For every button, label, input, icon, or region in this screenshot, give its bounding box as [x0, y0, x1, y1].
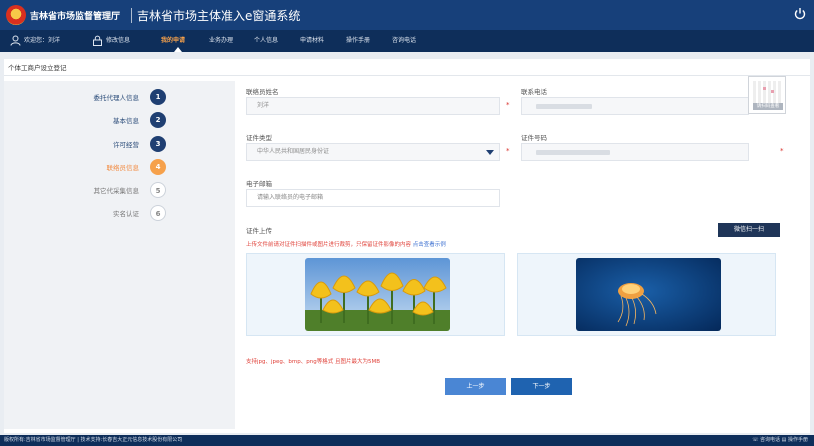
next-step-button[interactable]: 下一步	[511, 378, 572, 395]
nav-personal-info[interactable]: 个人信息	[254, 30, 278, 52]
footer: 版权所有:吉林省市场监督管理厅 | 技术支持:长春吉大正元信息技术股份有限公司 …	[0, 435, 814, 446]
upload-label: 证件上传	[246, 227, 272, 235]
email-label: 电子邮箱	[246, 180, 272, 188]
copyright-text: 版权所有:吉林省市场监督管理厅 | 技术支持:长春吉大正元信息技术股份有限公司	[4, 437, 183, 443]
upload-front[interactable]	[246, 253, 505, 336]
masked-phone	[536, 104, 592, 109]
contact-phone-field[interactable]	[521, 97, 749, 115]
upload-back[interactable]	[517, 253, 776, 336]
upload-notice: 上传文件前请对证件扫描件或图片进行裁剪，只保留证件影像的内容 点击查看示例	[246, 240, 446, 248]
step-label: 基本信息	[113, 117, 139, 125]
id-type-label: 证件类型	[246, 134, 272, 142]
nav-materials[interactable]: 申请材料	[300, 30, 324, 52]
step-label: 委托代理人信息	[93, 94, 140, 102]
tulip-photo	[305, 258, 450, 331]
qr-dot	[771, 90, 774, 93]
step-other-info[interactable]: 其它代采集信息 5	[4, 181, 235, 199]
id-type-value: 中华人民共和国居民身份证	[257, 148, 330, 155]
qr-caption: 请扫码查看	[753, 103, 783, 110]
step-contact-info[interactable]: 联络员信息 4	[4, 158, 235, 176]
chevron-down-icon	[486, 150, 494, 155]
required-mark: *	[780, 147, 784, 155]
power-icon[interactable]	[794, 7, 806, 20]
footer-links: ☏ 咨询电话 ▤ 操作手册	[752, 435, 808, 446]
step-number: 1	[150, 89, 166, 105]
step-number: 3	[150, 136, 166, 152]
welcome-text: 欢迎您：刘洋	[24, 37, 61, 44]
step-basic-info[interactable]: 基本信息 2	[4, 111, 235, 129]
step-sidebar: 委托代理人信息 1 基本信息 2 许可经营 3 联络员信息 4 其它代采集信息 …	[4, 81, 235, 429]
lock-icon	[93, 35, 102, 46]
manual-link[interactable]: 操作手册	[788, 437, 808, 443]
main-panel: 个体工商户设立登记 委托代理人信息 1 基本信息 2 许可经营 3 联络员信息 …	[4, 59, 810, 433]
header-divider	[131, 8, 132, 23]
required-mark: *	[506, 147, 510, 155]
contact-name-label: 联络员姓名	[246, 88, 279, 96]
step-number: 5	[150, 182, 166, 198]
masked-id-number	[536, 150, 610, 155]
org-name: 吉林省市场监督管理厅	[30, 12, 121, 22]
nav-business[interactable]: 业务办理	[209, 30, 233, 52]
hotline-link[interactable]: 咨询电话	[760, 437, 780, 443]
qr-pattern	[753, 81, 783, 103]
emblem-icon	[6, 5, 26, 25]
id-number-field[interactable]	[521, 143, 749, 161]
phone-icon: ☏	[752, 437, 759, 443]
page-title: 个体工商户设立登记	[8, 64, 67, 72]
jellyfish-photo	[576, 258, 721, 331]
email-placeholder: 请输入联络员的电子邮箱	[257, 194, 324, 201]
step-label: 联络员信息	[106, 164, 140, 172]
required-mark: *	[506, 101, 510, 109]
step-number: 2	[150, 112, 166, 128]
step-agent-info[interactable]: 委托代理人信息 1	[4, 88, 235, 106]
top-nav: 欢迎您：刘洋 修改信息 我的申请 业务办理 个人信息 申请材料 操作手册 咨询电…	[0, 30, 814, 52]
book-icon: ▤	[781, 437, 787, 443]
nav-manual[interactable]: 操作手册	[346, 30, 370, 52]
notice-text: 上传文件前请对证件扫描件或图片进行裁剪，只保留证件影像的内容	[246, 242, 412, 248]
nav-hotline[interactable]: 咨询电话	[392, 30, 416, 52]
system-title: 吉林省市场主体准入e窗通系统	[137, 9, 301, 23]
active-nav-indicator	[174, 47, 182, 52]
step-real-name[interactable]: 实名认证 6	[4, 204, 235, 222]
email-input[interactable]: 请输入联络员的电子邮箱	[246, 189, 500, 207]
app-header: 吉林省市场监督管理厅 吉林省市场主体准入e窗通系统	[0, 0, 814, 30]
change-info-link[interactable]: 修改信息	[106, 30, 130, 52]
contact-phone-label: 联系电话	[521, 88, 547, 96]
view-example-link[interactable]: 点击查看示例	[413, 242, 446, 248]
qr-code-thumbnail[interactable]: 请扫码查看	[748, 76, 786, 114]
contact-name-value: 刘洋	[257, 102, 270, 109]
step-label: 其它代采集信息	[93, 187, 140, 195]
wechat-scan-button[interactable]: 微信扫一扫	[718, 223, 780, 237]
format-hint: 支持jpg、jpeg、bmp、png等格式 且图片最大为5MB	[246, 359, 380, 365]
prev-step-button[interactable]: 上一步	[445, 378, 506, 395]
step-number: 6	[150, 205, 166, 221]
qr-dot	[763, 87, 766, 90]
id-number-label: 证件号码	[521, 134, 547, 142]
step-number: 4	[150, 159, 166, 175]
title-divider	[4, 75, 810, 76]
step-label: 许可经营	[113, 141, 139, 149]
user-icon	[10, 35, 21, 46]
contact-name-field[interactable]: 刘洋	[246, 97, 500, 115]
step-label: 实名认证	[113, 210, 139, 218]
id-type-select[interactable]: 中华人民共和国居民身份证	[246, 143, 500, 161]
step-license[interactable]: 许可经营 3	[4, 135, 235, 153]
